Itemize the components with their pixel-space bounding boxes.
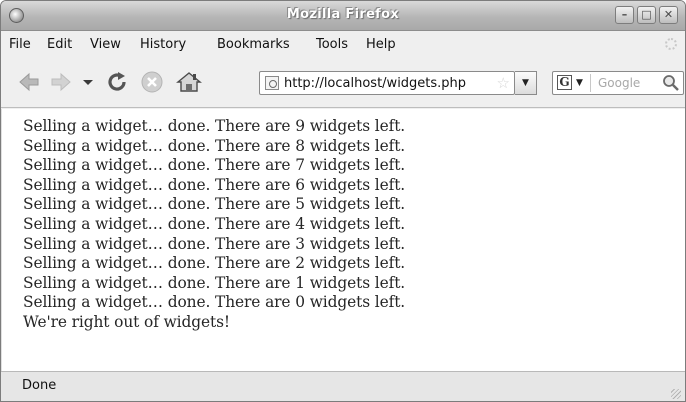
search-input[interactable]: Google: [598, 76, 640, 90]
menu-tools[interactable]: Tools: [316, 37, 348, 52]
output-line: Selling a widget… done. There are 1 widg…: [23, 273, 406, 292]
history-dropdown-icon[interactable]: [81, 70, 95, 98]
url-bar[interactable]: http://localhost/widgets.php ☆: [259, 71, 515, 95]
output-line: Selling a widget… done. There are 9 widg…: [23, 117, 406, 135]
throbber-icon: [665, 38, 677, 50]
output-line: Selling a widget… done. There are 8 widg…: [23, 136, 406, 155]
output-line: Selling a widget… done. There are 4 widg…: [23, 214, 406, 233]
stop-icon[interactable]: [140, 70, 164, 98]
browser-window: Mozilla Firefox – □ ✕ File Edit View His…: [0, 0, 686, 402]
menu-view[interactable]: View: [90, 37, 121, 52]
window-title: Mozilla Firefox: [286, 7, 400, 22]
menu-edit[interactable]: Edit: [47, 37, 72, 52]
output-line: Selling a widget… done. There are 5 widg…: [23, 195, 406, 214]
url-dropdown-button[interactable]: ▼: [515, 71, 537, 95]
search-engine-selector[interactable]: G ▼: [555, 74, 591, 92]
output-lines: Selling a widget… done. There are 9 widg…: [23, 117, 405, 333]
page-content: Selling a widget… done. There are 9 widg…: [1, 109, 685, 371]
menu-help[interactable]: Help: [366, 37, 396, 52]
chevron-down-icon: ▼: [576, 78, 583, 88]
menu-bar: File Edit View History Bookmarks Tools H…: [1, 32, 685, 56]
magnifier-icon[interactable]: [662, 74, 680, 96]
minimize-button[interactable]: –: [615, 6, 634, 24]
close-button[interactable]: ✕: [659, 6, 678, 24]
output-line: Selling a widget… done. There are 3 widg…: [23, 234, 406, 253]
bookmark-star-icon[interactable]: ☆: [497, 74, 510, 92]
page-icon: [265, 76, 279, 90]
home-icon[interactable]: [176, 70, 202, 98]
url-text[interactable]: http://localhost/widgets.php: [284, 76, 466, 91]
resize-grip-icon[interactable]: [671, 389, 681, 399]
menu-history[interactable]: History: [140, 37, 186, 52]
search-bar[interactable]: G ▼ Google: [552, 71, 684, 95]
output-line: We're right out of widgets!: [23, 312, 230, 331]
menu-bookmarks[interactable]: Bookmarks: [217, 37, 290, 52]
reload-icon[interactable]: [105, 70, 129, 98]
status-text: Done: [22, 378, 57, 393]
output-line: Selling a widget… done. There are 7 widg…: [23, 156, 406, 175]
output-line: Selling a widget… done. There are 6 widg…: [23, 175, 406, 194]
maximize-button[interactable]: □: [637, 6, 656, 24]
google-logo-icon: G: [557, 75, 572, 90]
title-bar: Mozilla Firefox – □ ✕: [1, 1, 685, 31]
menu-file[interactable]: File: [9, 37, 31, 52]
status-bar: Done: [1, 371, 685, 401]
navigation-toolbar: http://localhost/widgets.php ☆ ▼ G ▼ Goo…: [1, 56, 685, 108]
output-line: Selling a widget… done. There are 0 widg…: [23, 293, 406, 312]
back-arrow-icon[interactable]: [17, 70, 41, 98]
output-line: Selling a widget… done. There are 2 widg…: [23, 254, 406, 273]
forward-arrow-icon[interactable]: [49, 70, 73, 98]
